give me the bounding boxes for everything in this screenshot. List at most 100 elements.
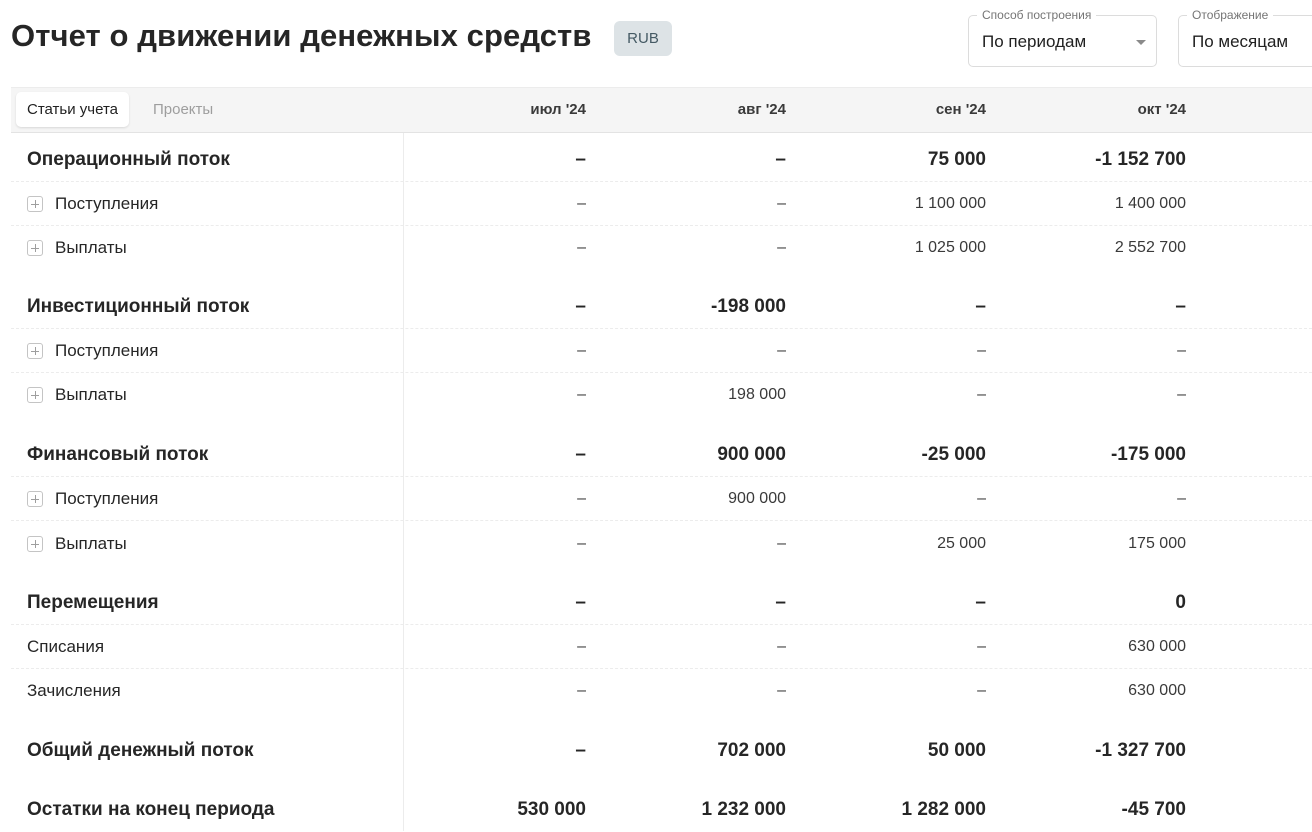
cell-sep: 1 025 000 bbox=[914, 239, 986, 256]
cell-aug: – bbox=[775, 148, 786, 170]
cell-jul: – bbox=[577, 386, 586, 403]
cell-aug: 1 232 000 bbox=[701, 799, 786, 820]
table-row-financial-receipts[interactable]: Поступления – 900 000 – – bbox=[11, 477, 1312, 521]
cell-jul: – bbox=[577, 637, 586, 655]
cell-aug: -198 000 bbox=[710, 295, 786, 317]
display-select[interactable]: Отображение По месяцам bbox=[1178, 8, 1312, 67]
row-label: Списания bbox=[27, 636, 105, 656]
row-label-text: Выплаты bbox=[55, 238, 127, 257]
cell-oct: 630 000 bbox=[1128, 637, 1186, 655]
cell-jul: – bbox=[575, 591, 586, 613]
cell-sep: – bbox=[975, 295, 986, 317]
cell-oct: 2 552 700 bbox=[1114, 239, 1186, 256]
cell-jul: – bbox=[577, 239, 586, 256]
display-label: Отображение bbox=[1187, 8, 1274, 22]
cell-oct: 0 bbox=[1175, 591, 1186, 613]
table-row-investment-payments[interactable]: Выплаты – 198 000 – – bbox=[11, 373, 1312, 417]
cell-sep: 25 000 bbox=[937, 534, 986, 552]
cell-sep: 75 000 bbox=[927, 148, 986, 170]
cell-oct: -45 700 bbox=[1121, 799, 1186, 820]
row-label: Перемещения bbox=[27, 591, 159, 613]
page-title: Отчет о движении денежных средств bbox=[11, 18, 592, 53]
cell-jul: – bbox=[575, 740, 586, 761]
cell-sep: – bbox=[975, 591, 986, 613]
expand-plus-icon[interactable] bbox=[27, 535, 43, 552]
cell-aug: – bbox=[777, 534, 786, 552]
tab-projects[interactable]: Проекты bbox=[142, 92, 224, 127]
build-method-label: Способ построения bbox=[977, 8, 1097, 22]
cell-jul: – bbox=[575, 443, 586, 465]
cell-aug: – bbox=[777, 194, 786, 212]
cell-oct: – bbox=[1175, 295, 1186, 317]
cell-jul: – bbox=[577, 682, 586, 699]
display-value: По месяцам bbox=[1192, 32, 1289, 51]
cell-aug: – bbox=[777, 341, 786, 359]
expand-plus-icon[interactable] bbox=[27, 240, 43, 256]
build-method-select[interactable]: Способ построения По периодам bbox=[968, 8, 1157, 67]
cell-oct: 1 400 000 bbox=[1114, 194, 1186, 212]
cell-jul: – bbox=[577, 489, 586, 507]
column-header-oct: окт '24 bbox=[1137, 101, 1186, 118]
cell-oct: -1 152 700 bbox=[1095, 148, 1186, 170]
cell-oct: 175 000 bbox=[1128, 534, 1186, 552]
cell-sep: – bbox=[977, 489, 986, 507]
row-label: Зачисления bbox=[27, 681, 121, 700]
cell-aug: 900 000 bbox=[717, 443, 786, 465]
table-row-investment-receipts[interactable]: Поступления – – – – bbox=[11, 329, 1312, 373]
cell-sep: – bbox=[977, 637, 986, 655]
row-label-text: Поступления bbox=[55, 193, 159, 213]
row-label: Инвестиционный поток bbox=[27, 295, 250, 317]
cell-oct: -1 327 700 bbox=[1095, 740, 1186, 761]
cell-oct: -175 000 bbox=[1110, 443, 1186, 465]
row-label: Остатки на конец периода bbox=[27, 799, 275, 820]
cell-sep: – bbox=[977, 682, 986, 699]
table-row-operating-receipts[interactable]: Поступления – – 1 100 000 1 400 000 bbox=[11, 182, 1312, 226]
expand-plus-icon[interactable] bbox=[27, 490, 43, 507]
build-method-value: По периодам bbox=[982, 32, 1087, 51]
table-header: Статьи учета Проекты июл '24 авг '24 сен… bbox=[11, 87, 1312, 133]
table-row-writeoffs: Списания – – – 630 000 bbox=[11, 625, 1312, 669]
cell-aug: – bbox=[775, 591, 786, 613]
row-label: Поступления bbox=[27, 329, 158, 372]
table-row-financial-payments[interactable]: Выплаты – – 25 000 175 000 bbox=[11, 521, 1312, 566]
row-label: Выплаты bbox=[27, 226, 127, 270]
row-label: Поступления bbox=[27, 182, 158, 225]
row-label-text: Поступления bbox=[55, 340, 159, 360]
cell-sep: 50 000 bbox=[927, 740, 986, 761]
cell-aug: – bbox=[777, 682, 786, 699]
row-label: Выплаты bbox=[27, 521, 127, 566]
column-header-jul: июл '24 bbox=[530, 101, 586, 118]
cell-jul: – bbox=[575, 148, 586, 170]
column-header-sep: сен '24 bbox=[935, 101, 986, 118]
column-header-aug: авг '24 bbox=[737, 101, 786, 118]
cell-oct: – bbox=[1177, 341, 1186, 359]
cell-aug: – bbox=[777, 239, 786, 256]
table-row-transfers: Перемещения – – – 0 bbox=[11, 581, 1312, 625]
cell-aug: – bbox=[777, 637, 786, 655]
currency-badge[interactable]: RUB bbox=[614, 21, 672, 56]
row-label-text: Выплаты bbox=[55, 385, 127, 404]
row-label: Общий денежный поток bbox=[27, 740, 254, 761]
cell-aug: 198 000 bbox=[728, 386, 786, 403]
table-row-operating-payments[interactable]: Выплаты – – 1 025 000 2 552 700 bbox=[11, 226, 1312, 270]
expand-plus-icon[interactable] bbox=[27, 195, 43, 212]
row-label: Финансовый поток bbox=[27, 443, 209, 465]
cell-sep: – bbox=[977, 386, 986, 403]
cell-sep: -25 000 bbox=[921, 443, 986, 465]
row-label: Поступления bbox=[27, 477, 158, 520]
expand-plus-icon[interactable] bbox=[27, 342, 43, 359]
cell-oct: – bbox=[1177, 386, 1186, 403]
cell-aug: 702 000 bbox=[717, 740, 786, 761]
expand-plus-icon[interactable] bbox=[27, 387, 43, 403]
chevron-down-icon[interactable] bbox=[1136, 40, 1146, 45]
cell-jul: – bbox=[577, 194, 586, 212]
row-label: Операционный поток bbox=[27, 148, 230, 170]
cell-jul: 530 000 bbox=[517, 799, 586, 820]
table-row-operating-flow: Операционный поток – – 75 000 -1 152 700 bbox=[11, 138, 1312, 182]
table-row-financial-flow: Финансовый поток – 900 000 -25 000 -175 … bbox=[11, 433, 1312, 477]
cell-jul: – bbox=[575, 295, 586, 317]
cell-jul: – bbox=[577, 341, 586, 359]
tab-accounts[interactable]: Статьи учета bbox=[16, 92, 129, 127]
cell-oct: 630 000 bbox=[1128, 682, 1186, 699]
cell-sep: 1 100 000 bbox=[914, 194, 986, 212]
